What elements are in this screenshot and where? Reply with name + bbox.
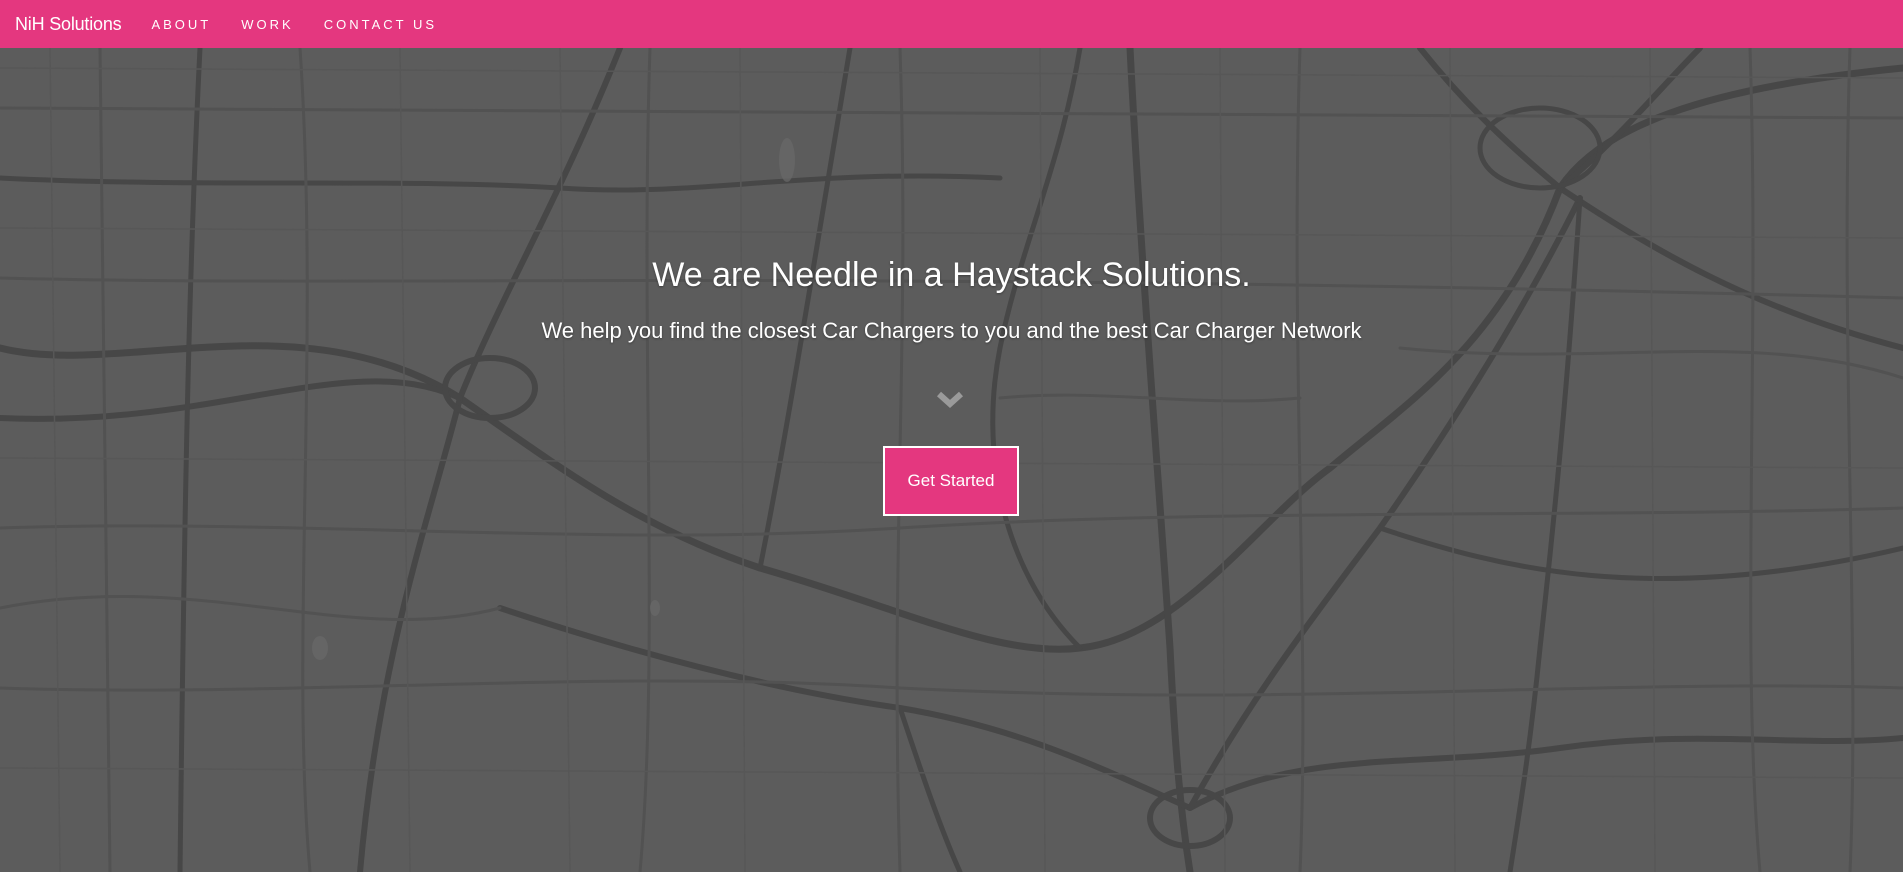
get-started-button[interactable]: Get Started bbox=[883, 446, 1019, 516]
hero-section: We are Needle in a Haystack Solutions. W… bbox=[0, 48, 1903, 872]
nav-link-contact-us[interactable]: CONTACT US bbox=[324, 17, 437, 32]
brand-link[interactable]: NiH Solutions bbox=[15, 14, 122, 35]
chevron-down-icon[interactable] bbox=[936, 390, 964, 410]
nav-links: ABOUT WORK CONTACT US bbox=[135, 17, 451, 32]
hero-title: We are Needle in a Haystack Solutions. bbox=[652, 256, 1251, 294]
nav-link-work[interactable]: WORK bbox=[241, 17, 293, 32]
top-navbar: NiH Solutions ABOUT WORK CONTACT US bbox=[0, 0, 1903, 48]
hero-subtitle: We help you find the closest Car Charger… bbox=[541, 318, 1362, 343]
nav-link-about[interactable]: ABOUT bbox=[151, 17, 211, 32]
